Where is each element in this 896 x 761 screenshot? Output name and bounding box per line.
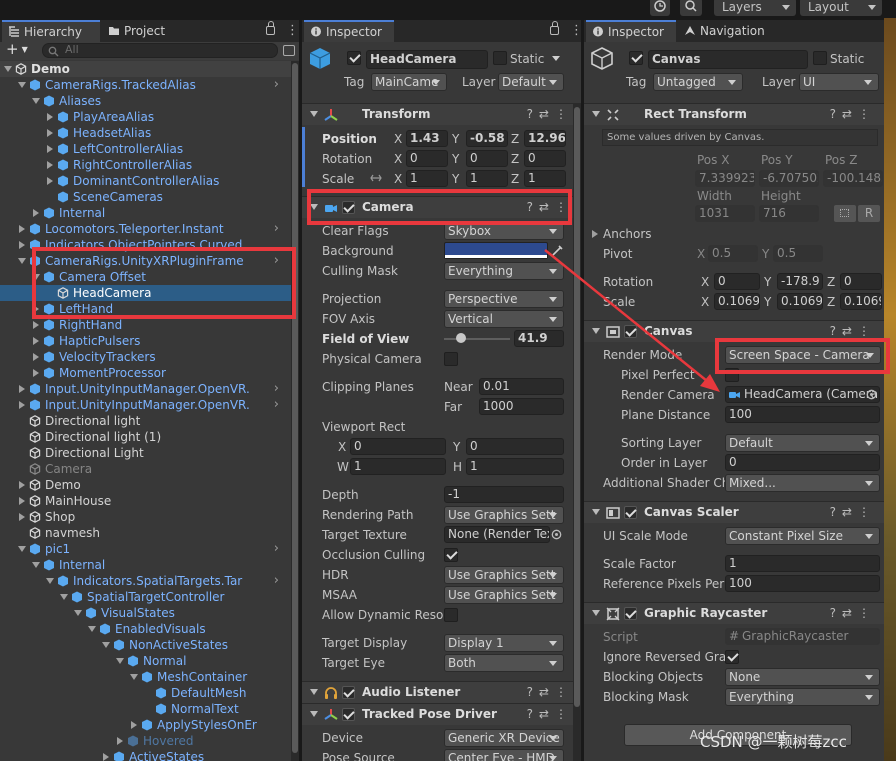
watermark-text: CSDN @一颗树莓zcc — [700, 733, 847, 751]
annotation-arrow — [544, 249, 720, 392]
